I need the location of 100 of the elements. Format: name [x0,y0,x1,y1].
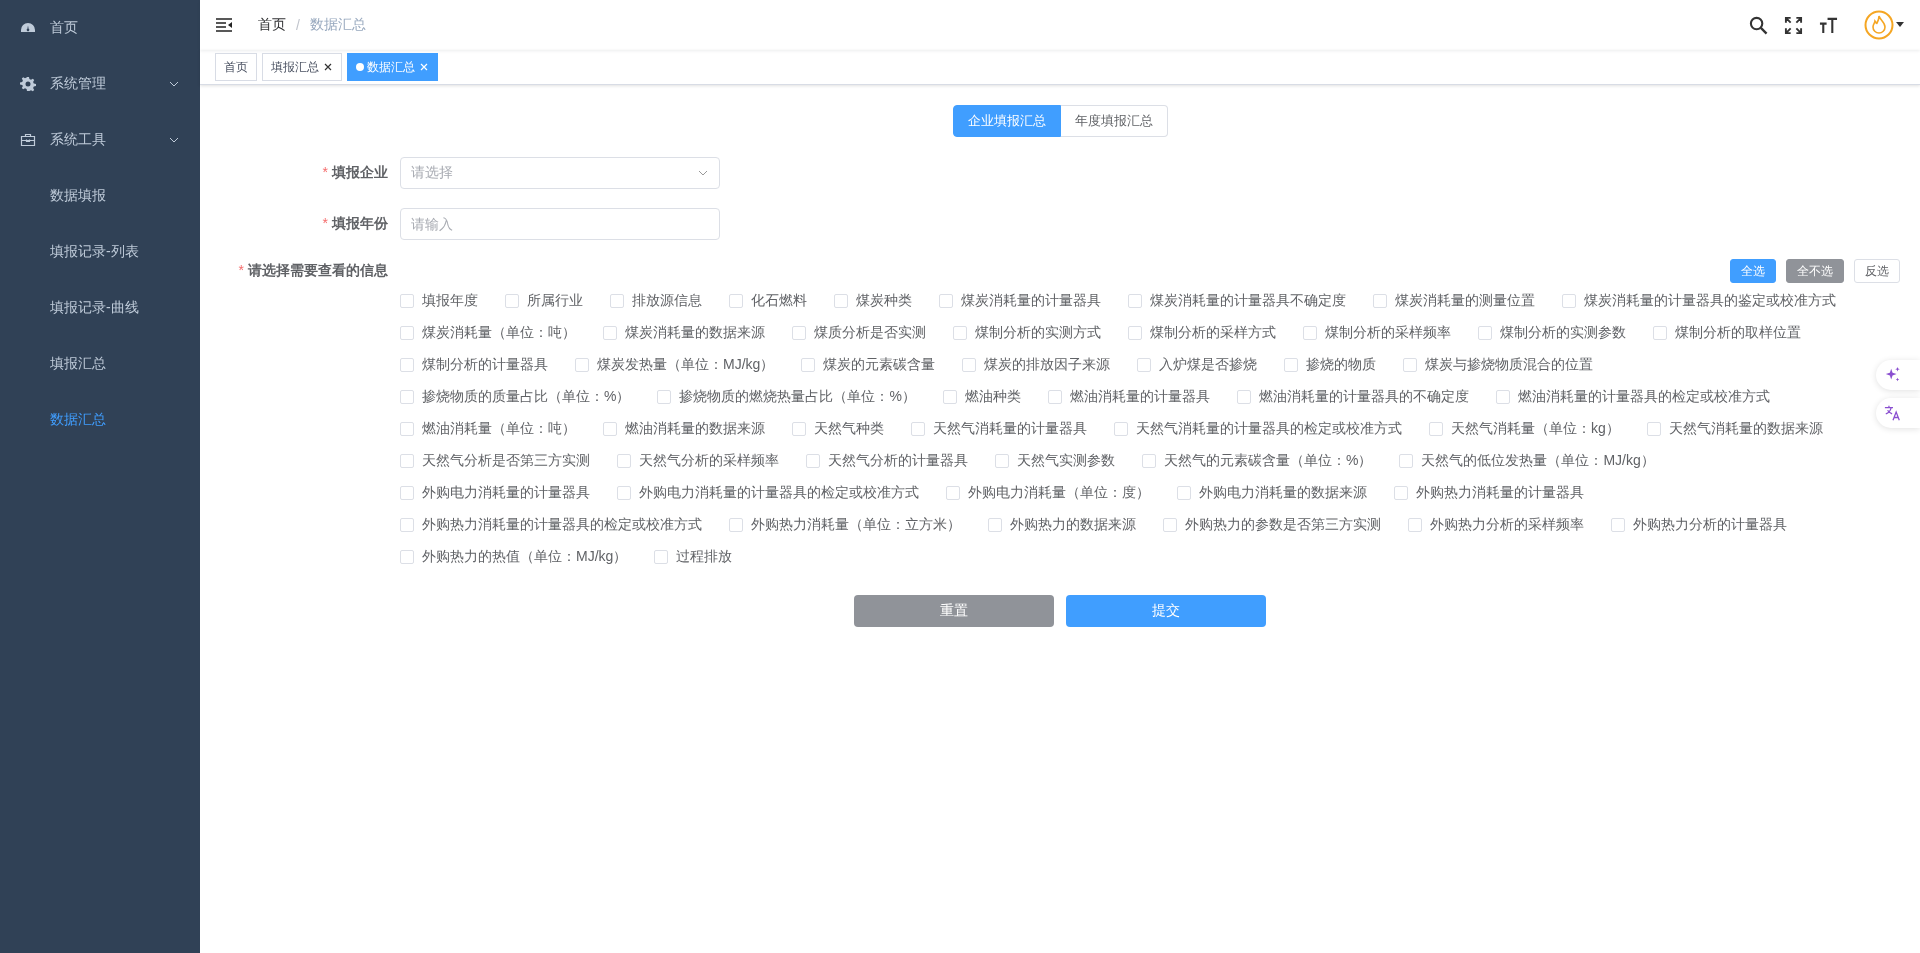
submenu-item[interactable]: 填报汇总 [0,336,200,392]
checkbox-option[interactable]: 天然气实测参数 [995,452,1115,470]
checkbox[interactable] [988,518,1002,532]
font-size-icon[interactable] [1819,15,1838,35]
segment-tab[interactable]: 年度填报汇总 [1060,105,1168,137]
checkbox-option[interactable]: 掺烧物质的质量占比（单位：%） [400,388,631,406]
checkbox[interactable] [1142,454,1156,468]
checkbox-option[interactable]: 燃油消耗量的计量器具的检定或校准方式 [1495,388,1770,406]
checkbox-option[interactable]: 外购电力消耗量的计量器具的检定或校准方式 [617,484,919,502]
checkbox-option[interactable]: 天然气种类 [792,420,884,438]
checkbox-option[interactable]: 天然气分析的计量器具 [806,452,968,470]
checkbox[interactable] [400,422,414,436]
checkbox[interactable] [1373,294,1387,308]
checkbox[interactable] [1429,422,1443,436]
checkbox[interactable] [1114,422,1128,436]
checkbox[interactable] [603,422,617,436]
submenu-item[interactable]: 填报记录-列表 [0,224,200,280]
checkbox-option[interactable]: 煤制分析的实测参数 [1478,324,1626,342]
checkbox-option[interactable]: 外购热力分析的计量器具 [1611,516,1787,534]
checkbox-option[interactable]: 填报年度 [400,292,478,310]
checkbox[interactable] [1408,518,1422,532]
checkbox[interactable] [729,294,743,308]
checkbox-option[interactable]: 天然气的元素碳含量（单位：%） [1142,452,1373,470]
translate-button[interactable] [1876,398,1920,428]
checkbox[interactable] [1562,294,1576,308]
checkbox[interactable] [1399,454,1414,468]
bulk-select-button[interactable]: 反选 [1854,259,1900,283]
checkbox[interactable] [400,486,414,500]
checkbox[interactable] [953,326,967,340]
checkbox[interactable] [610,294,624,308]
checkbox-option[interactable]: 化石燃料 [729,292,807,310]
checkbox[interactable] [729,518,743,532]
menu-item[interactable]: 系统管理 [0,56,200,112]
checkbox[interactable] [505,294,519,308]
checkbox[interactable] [1653,326,1667,340]
checkbox[interactable] [1303,326,1317,340]
checkbox[interactable] [1047,390,1062,404]
checkbox[interactable] [834,294,848,308]
checkbox[interactable] [962,358,977,372]
checkbox[interactable] [1128,326,1142,340]
checkbox-option[interactable]: 煤制分析的采样频率 [1303,324,1451,342]
checkbox[interactable] [1478,326,1492,340]
checkbox[interactable] [603,326,617,340]
checkbox-option[interactable]: 外购热力的数据来源 [988,516,1136,534]
checkbox[interactable] [1394,486,1408,500]
checkbox-option[interactable]: 煤炭发热量（单位：MJ/kg） [575,356,775,374]
checkbox-option[interactable]: 天然气分析是否第三方实测 [400,452,590,470]
checkbox[interactable] [400,454,414,468]
checkbox[interactable] [1403,358,1418,372]
checkbox[interactable] [617,454,631,468]
checkbox[interactable] [1495,390,1510,404]
checkbox[interactable] [400,518,414,532]
checkbox-option[interactable]: 煤制分析的实测方式 [953,324,1101,342]
checkbox-option[interactable]: 外购热力的热值（单位：MJ/kg） [400,548,628,566]
checkbox[interactable] [400,550,414,564]
checkbox[interactable] [995,454,1009,468]
submenu-item[interactable]: 填报记录-曲线 [0,280,200,336]
checkbox[interactable] [792,422,806,436]
checkbox-option[interactable]: 煤质分析是否实测 [792,324,926,342]
checkbox-option[interactable]: 煤炭消耗量的计量器具不确定度 [1128,292,1346,310]
checkbox-option[interactable]: 掺烧的物质 [1284,356,1377,374]
checkbox-option[interactable]: 燃油种类 [942,388,1021,406]
checkbox-option[interactable]: 煤炭消耗量的计量器具的鉴定或校准方式 [1562,292,1836,310]
checkbox-option[interactable]: 天然气消耗量（单位：kg） [1429,420,1620,438]
checkbox-option[interactable]: 外购电力消耗量的计量器具 [400,484,590,502]
tab[interactable]: 填报汇总 [262,53,342,81]
checkbox-option[interactable]: 外购热力消耗量的计量器具的检定或校准方式 [400,516,702,534]
checkbox-option[interactable]: 外购电力消耗量（单位：度） [946,484,1150,502]
checkbox-option[interactable]: 外购热力分析的采样频率 [1408,516,1584,534]
checkbox[interactable] [1128,294,1142,308]
checkbox[interactable] [400,326,414,340]
checkbox-option[interactable]: 煤炭消耗量的数据来源 [603,324,765,342]
checkbox[interactable] [942,390,957,404]
checkbox-option[interactable]: 煤制分析的计量器具 [400,356,548,374]
checkbox-option[interactable]: 排放源信息 [610,292,702,310]
menu-item[interactable]: 首页 [0,0,200,56]
checkbox-option[interactable]: 天然气消耗量的计量器具 [911,420,1087,438]
checkbox-option[interactable]: 外购热力的参数是否第三方实测 [1163,516,1381,534]
checkbox[interactable] [1177,486,1191,500]
checkbox-option[interactable]: 煤炭与掺烧物质混合的位置 [1403,356,1594,374]
checkbox-option[interactable]: 入炉煤是否掺烧 [1137,356,1258,374]
checkbox-option[interactable]: 煤炭消耗量（单位：吨） [400,324,576,342]
breadcrumb-item[interactable]: 首页 [258,16,286,34]
checkbox[interactable] [400,294,414,308]
checkbox[interactable] [801,358,816,372]
checkbox[interactable] [575,358,589,372]
checkbox-option[interactable]: 煤炭的排放因子来源 [962,356,1111,374]
checkbox-option[interactable]: 燃油消耗量（单位：吨） [400,420,576,438]
checkbox-option[interactable]: 天然气的低位发热量（单位：MJ/kg） [1399,452,1655,470]
submenu-item[interactable]: 数据汇总 [0,392,200,448]
checkbox-option[interactable]: 燃油消耗量的计量器具的不确定度 [1236,388,1469,406]
caret-icon[interactable] [1896,22,1904,28]
menu-icon[interactable] [216,18,232,32]
input-field[interactable]: 请输入 [400,208,720,240]
checkbox[interactable] [1646,422,1661,436]
checkbox-option[interactable]: 煤制分析的采样方式 [1128,324,1276,342]
tab[interactable]: 首页 [215,53,257,81]
search-icon[interactable] [1749,15,1768,35]
checkbox-option[interactable]: 燃油消耗量的数据来源 [603,420,765,438]
checkbox-option[interactable]: 天然气消耗量的计量器具的检定或校准方式 [1114,420,1402,438]
